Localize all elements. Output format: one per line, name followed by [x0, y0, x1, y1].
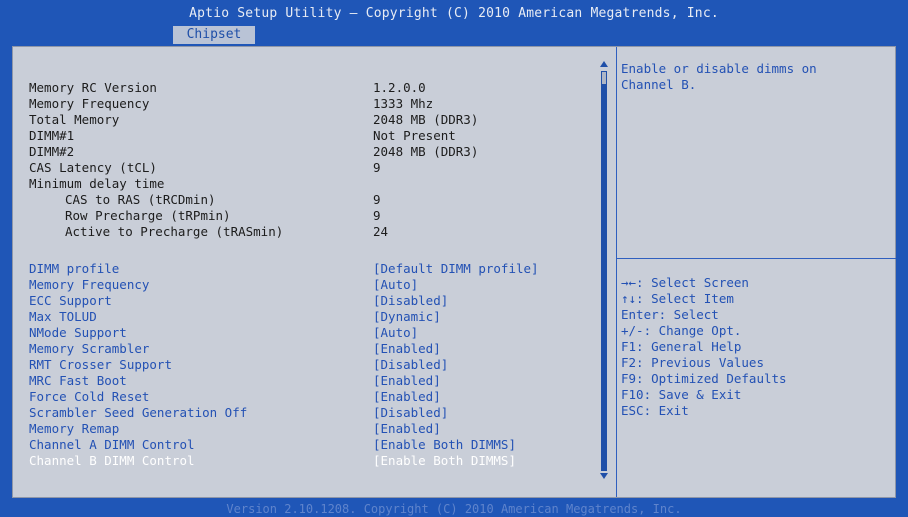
info-label: Total Memory: [29, 112, 120, 127]
info-value: 2048 MB (DDR3): [373, 112, 479, 127]
scroll-up-arrow-icon[interactable]: [600, 61, 608, 67]
info-value: 9: [373, 160, 381, 175]
info-value: 9: [373, 208, 381, 223]
setting-label: RMT Crosser Support: [29, 357, 172, 372]
key-previous-values: F2: Previous Values: [621, 355, 764, 370]
scroll-down-arrow-icon[interactable]: [600, 473, 608, 479]
info-label: DIMM#1: [29, 128, 75, 143]
setting-label: Memory Scrambler: [29, 341, 150, 356]
info-value: 24: [373, 224, 389, 239]
setting-value[interactable]: [Enabled]: [373, 373, 441, 389]
setting-label: ECC Support: [29, 293, 112, 308]
info-label: DIMM#2: [29, 144, 75, 159]
setting-value[interactable]: [Enabled]: [373, 389, 441, 405]
setting-value[interactable]: [Enable Both DIMMS]: [373, 453, 516, 469]
info-label: Minimum delay time: [29, 176, 165, 191]
setting-value[interactable]: [Auto]: [373, 325, 418, 341]
scrollbar[interactable]: [600, 61, 608, 481]
info-value: 1333 Mhz: [373, 96, 434, 111]
help-pane: Enable or disable dimms on Channel B. →←…: [616, 47, 896, 497]
app-title: Aptio Setup Utility – Copyright (C) 2010…: [189, 6, 719, 21]
setting-label: DIMM profile: [29, 261, 120, 276]
setting-label: Memory Remap: [29, 421, 120, 436]
setting-label: Force Cold Reset: [29, 389, 150, 404]
setting-value[interactable]: [Default DIMM profile]: [373, 261, 539, 277]
setting-value[interactable]: [Enabled]: [373, 341, 441, 357]
setting-label: Channel A DIMM Control: [29, 437, 195, 452]
setting-label: MRC Fast Boot: [29, 373, 127, 388]
settings-pane: Memory RC Version 1.2.0.0 Memory Frequen…: [13, 47, 608, 497]
info-label: CAS Latency (tCL): [29, 160, 157, 175]
help-description: Enable or disable dimms on Channel B.: [621, 61, 817, 92]
info-value: 9: [373, 192, 381, 207]
setting-value[interactable]: [Disabled]: [373, 405, 448, 421]
setting-label: NMode Support: [29, 325, 127, 340]
scroll-thumb[interactable]: [601, 71, 607, 85]
setting-value[interactable]: [Enable Both DIMMS]: [373, 437, 516, 453]
info-label: CAS to RAS (tRCDmin): [65, 192, 216, 207]
setting-value[interactable]: [Enabled]: [373, 421, 441, 437]
info-value: 1.2.0.0: [373, 80, 426, 95]
setting-label: Max TOLUD: [29, 309, 97, 324]
key-optimized-defaults: F9: Optimized Defaults: [621, 371, 787, 386]
key-save-exit: F10: Save & Exit: [621, 387, 742, 402]
key-select-item: ↑↓: Select Item: [621, 291, 734, 306]
tab-chipset[interactable]: Chipset: [173, 26, 255, 44]
setting-label: Memory Frequency: [29, 277, 150, 292]
footer-version: Version 2.10.1208. Copyright (C) 2010 Am…: [226, 502, 682, 516]
info-value: 2048 MB (DDR3): [373, 144, 479, 159]
key-general-help: F1: General Help: [621, 339, 742, 354]
title-bar: Aptio Setup Utility – Copyright (C) 2010…: [0, 0, 908, 46]
info-value: Not Present: [373, 128, 456, 143]
setting-value[interactable]: [Dynamic]: [373, 309, 441, 325]
info-label: Memory RC Version: [29, 80, 157, 95]
key-change-opt: +/-: Change Opt.: [621, 323, 742, 338]
key-legend: →←: Select Screen ↑↓: Select Item Enter:…: [621, 275, 787, 419]
setting-value[interactable]: [Auto]: [373, 277, 418, 293]
setting-label: Scrambler Seed Generation Off: [29, 405, 248, 420]
main-panel: Memory RC Version 1.2.0.0 Memory Frequen…: [12, 46, 896, 498]
info-label: Active to Precharge (tRASmin): [65, 224, 284, 239]
setting-label: Channel B DIMM Control: [29, 453, 195, 468]
key-enter-select: Enter: Select: [621, 307, 719, 322]
scroll-track[interactable]: [601, 85, 607, 471]
info-label: Memory Frequency: [29, 96, 150, 111]
key-select-screen: →←: Select Screen: [621, 275, 749, 290]
info-label: Row Precharge (tRPmin): [65, 208, 231, 223]
help-divider: [617, 258, 896, 259]
setting-value[interactable]: [Disabled]: [373, 357, 448, 373]
setting-value[interactable]: [Disabled]: [373, 293, 448, 309]
key-exit: ESC: Exit: [621, 403, 689, 418]
